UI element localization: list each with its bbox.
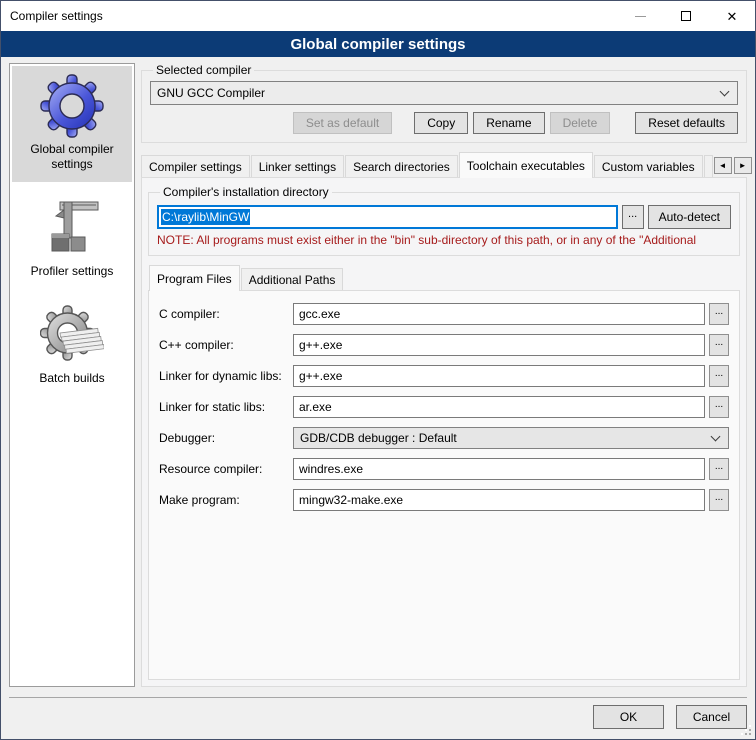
resize-grip-icon[interactable]: [749, 733, 751, 735]
field-label: Linker for static libs:: [159, 400, 293, 414]
sidebar-item-batch-builds[interactable]: Batch builds: [12, 295, 132, 396]
reset-defaults-button[interactable]: Reset defaults: [635, 112, 738, 134]
form-row-linker-static: Linker for static libs: ...: [159, 396, 729, 418]
copy-button[interactable]: Copy: [414, 112, 468, 134]
form-row-resource-compiler: Resource compiler: ...: [159, 458, 729, 480]
debugger-select-value: GDB/CDB debugger : Default: [300, 431, 706, 445]
delete-button[interactable]: Delete: [550, 112, 611, 134]
c-compiler-browse-button[interactable]: ...: [709, 303, 729, 325]
sidebar-item-profiler-settings[interactable]: Profiler settings: [12, 188, 132, 289]
installation-directory-value: C:\raylib\MinGW: [161, 209, 250, 225]
field-label: C++ compiler:: [159, 338, 293, 352]
sidebar-item-label: Global compiler settings: [14, 142, 130, 172]
tab-build-options[interactable]: Build options: [704, 155, 713, 177]
content-panel: Selected compiler GNU GCC Compiler Set a…: [141, 63, 747, 687]
inner-tabstrip: Program Files Additional Paths: [148, 265, 740, 290]
form-row-debugger: Debugger: GDB/CDB debugger : Default: [159, 427, 729, 449]
close-icon: ✕: [727, 10, 738, 23]
linker-dynamic-browse-button[interactable]: ...: [709, 365, 729, 387]
tab-compiler-settings[interactable]: Compiler settings: [141, 155, 250, 177]
form-row-linker-dynamic: Linker for dynamic libs: ...: [159, 365, 729, 387]
selected-compiler-group: Selected compiler GNU GCC Compiler Set a…: [141, 63, 747, 143]
resource-compiler-browse-button[interactable]: ...: [709, 458, 729, 480]
ok-button[interactable]: OK: [593, 705, 664, 729]
main-tabstrip: Compiler settings Linker settings Search…: [141, 152, 747, 177]
sidebar-item-label: Batch builds: [14, 371, 130, 386]
cpp-compiler-input[interactable]: [293, 334, 705, 356]
linker-dynamic-input[interactable]: [293, 365, 705, 387]
debugger-select[interactable]: GDB/CDB debugger : Default: [293, 427, 729, 449]
page-title: Global compiler settings: [1, 31, 755, 57]
maximize-button[interactable]: [663, 1, 709, 31]
chevron-down-icon: [720, 87, 730, 97]
tab-custom-variables[interactable]: Custom variables: [594, 155, 703, 177]
browse-directory-button[interactable]: ...: [622, 205, 644, 229]
tab-program-files[interactable]: Program Files: [149, 265, 240, 291]
cpp-compiler-browse-button[interactable]: ...: [709, 334, 729, 356]
make-program-browse-button[interactable]: ...: [709, 489, 729, 511]
cancel-button[interactable]: Cancel: [676, 705, 747, 729]
compiler-settings-dialog: Compiler settings ✕ Global compiler sett…: [0, 0, 756, 740]
tab-toolchain-executables[interactable]: Toolchain executables: [459, 152, 593, 178]
chevron-down-icon: [711, 432, 721, 442]
selected-compiler-group-label: Selected compiler: [153, 63, 254, 77]
maximize-icon: [681, 11, 691, 21]
sidebar: Global compiler settings Profiler settin…: [9, 63, 135, 687]
caliper-icon: [40, 196, 104, 260]
installation-directory-input[interactable]: C:\raylib\MinGW: [157, 205, 618, 229]
sidebar-item-global-compiler-settings[interactable]: Global compiler settings: [12, 66, 132, 182]
c-compiler-input[interactable]: [293, 303, 705, 325]
linker-static-input[interactable]: [293, 396, 705, 418]
main-area: Global compiler settings Profiler settin…: [1, 57, 755, 697]
tab-additional-paths[interactable]: Additional Paths: [241, 268, 344, 290]
set-as-default-button[interactable]: Set as default: [293, 112, 392, 134]
program-files-page: C compiler: ... C++ compiler: ... Linker…: [148, 290, 740, 680]
form-row-make-program: Make program: ...: [159, 489, 729, 511]
close-button[interactable]: ✕: [709, 1, 755, 31]
minimize-button[interactable]: [617, 1, 663, 31]
titlebar: Compiler settings ✕: [1, 1, 755, 31]
compiler-buttons-row: Set as default Copy Rename Delete Reset …: [150, 112, 738, 134]
sidebar-item-label: Profiler settings: [14, 264, 130, 279]
tab-search-directories[interactable]: Search directories: [345, 155, 458, 177]
dialog-footer: OK Cancel: [9, 697, 747, 739]
linker-static-browse-button[interactable]: ...: [709, 396, 729, 418]
installation-directory-group-label: Compiler's installation directory: [160, 185, 332, 199]
field-label: C compiler:: [159, 307, 293, 321]
tab-linker-settings[interactable]: Linker settings: [251, 155, 344, 177]
field-label: Debugger:: [159, 431, 293, 445]
installation-directory-row: C:\raylib\MinGW ... Auto-detect: [157, 205, 731, 229]
form-row-c-compiler: C compiler: ...: [159, 303, 729, 325]
tab-scroll-buttons: ◄ ►: [714, 157, 752, 177]
blue-gear-icon: [40, 74, 104, 138]
auto-detect-button[interactable]: Auto-detect: [648, 205, 731, 229]
field-label: Resource compiler:: [159, 462, 293, 476]
window-controls: ✕: [617, 1, 755, 31]
minimize-icon: [635, 16, 646, 17]
installation-directory-group: Compiler's installation directory C:\ray…: [148, 185, 740, 256]
field-label: Make program:: [159, 493, 293, 507]
window-title: Compiler settings: [1, 9, 617, 23]
tab-scroll-left-button[interactable]: ◄: [714, 157, 732, 174]
note-text: NOTE: All programs must exist either in …: [157, 233, 731, 247]
rename-button[interactable]: Rename: [473, 112, 544, 134]
toolchain-executables-page: Compiler's installation directory C:\ray…: [141, 177, 747, 687]
field-label: Linker for dynamic libs:: [159, 369, 293, 383]
tab-scroll-right-button[interactable]: ►: [734, 157, 752, 174]
compiler-select[interactable]: GNU GCC Compiler: [150, 81, 738, 105]
make-program-input[interactable]: [293, 489, 705, 511]
gray-gear-icon: [40, 303, 104, 367]
resource-compiler-input[interactable]: [293, 458, 705, 480]
form-row-cpp-compiler: C++ compiler: ...: [159, 334, 729, 356]
compiler-select-value: GNU GCC Compiler: [157, 86, 715, 100]
